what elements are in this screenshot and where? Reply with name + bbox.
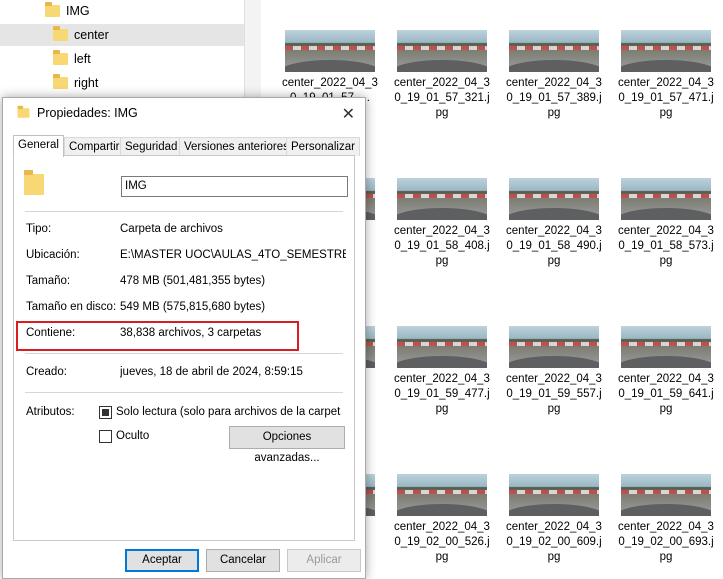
image-preview xyxy=(621,178,711,220)
tree-item-label: center xyxy=(74,28,109,42)
readonly-label: Solo lectura (solo para archivos de la c… xyxy=(116,406,341,418)
attributes-label: Atributos: xyxy=(26,406,75,418)
created-value: jueves, 18 de abril de 2024, 8:59:15 xyxy=(120,366,303,378)
file-thumbnail[interactable]: center_2022_04_30_19_01_58_490.jpg xyxy=(506,178,602,269)
close-icon[interactable]: ✕ xyxy=(342,104,355,124)
image-preview xyxy=(621,30,711,72)
created-label: Creado: xyxy=(26,366,67,378)
dialog-titlebar[interactable]: Propiedades: IMG ✕ xyxy=(3,98,365,128)
contains-value: 38,838 archivos, 3 carpetas xyxy=(120,327,262,339)
advanced-options-button[interactable]: Opciones avanzadas... xyxy=(229,426,345,464)
apply-button[interactable]: Aplicar xyxy=(287,549,361,572)
file-name: center_2022_04_30_19_01_59_641.jpg xyxy=(618,373,714,415)
location-label: Ubicación: xyxy=(26,249,80,261)
hidden-checkbox[interactable] xyxy=(99,430,112,443)
file-thumbnail[interactable]: center_2022_04_3 0_19_01_57_... xyxy=(282,30,378,106)
image-preview xyxy=(397,326,487,368)
file-name: center_2022_04_30_19_01_59_477.jpg xyxy=(394,373,490,415)
tab-general[interactable]: General xyxy=(13,135,64,157)
divider xyxy=(25,353,343,354)
file-thumbnail[interactable]: center_2022_04_30_19_01_58_408.jpg xyxy=(394,178,490,269)
tree-item-right[interactable]: right xyxy=(0,72,244,94)
divider xyxy=(25,211,343,212)
image-preview xyxy=(397,474,487,516)
image-preview xyxy=(509,30,599,72)
tree-item-center[interactable]: center xyxy=(0,24,244,46)
hidden-label: Oculto xyxy=(116,430,150,442)
location-value: E:\MASTER UOC\AULAS_4TO_SEMESTRE\ xyxy=(120,249,346,261)
image-preview xyxy=(621,474,711,516)
folder-icon xyxy=(53,26,68,41)
size-value: 478 MB (501,481,355 bytes) xyxy=(120,275,266,287)
tree-item-label: left xyxy=(74,52,91,66)
file-name: center_2022_04_30_19_01_59_557.jpg xyxy=(506,373,602,415)
readonly-checkbox[interactable] xyxy=(99,406,112,419)
type-label: Tipo: xyxy=(26,223,52,235)
file-thumbnail[interactable]: center_2022_04_30_19_02_00_609.jpg xyxy=(506,474,602,565)
file-name: center_2022_04_30_19_01_57_389.jpg xyxy=(506,77,602,119)
file-name: center_2022_04_30_19_01_58_490.jpg xyxy=(506,225,602,267)
folder-icon xyxy=(45,2,60,17)
file-name: center_2022_04_30_19_02_00_526.jpg xyxy=(394,521,490,563)
file-name: center_2022_04_30_19_02_00_609.jpg xyxy=(506,521,602,563)
disk-size-label: Tamaño en disco: xyxy=(26,301,117,313)
dialog-title: Propiedades: IMG xyxy=(37,106,138,120)
file-thumbnail[interactable]: center_2022_04_30_19_02_00_693.jpg xyxy=(618,474,714,565)
file-name: center_2022_04_30_19_02_00_693.jpg xyxy=(618,521,714,563)
disk-size-value: 549 MB (575,815,680 bytes) xyxy=(120,301,266,313)
image-preview xyxy=(509,474,599,516)
file-thumbnail[interactable]: center_2022_04_30_19_02_00_526.jpg xyxy=(394,474,490,565)
file-name: center_2022_04_30_19_01_58_408.jpg xyxy=(394,225,490,267)
folder-tree: IMG center left right xyxy=(0,0,244,100)
file-thumbnail[interactable]: center_2022_04_30_19_01_59_641.jpg xyxy=(618,326,714,417)
ok-button[interactable]: Aceptar xyxy=(125,549,199,572)
tree-item-label: IMG xyxy=(66,4,90,18)
contains-label: Contiene: xyxy=(26,327,76,339)
image-preview xyxy=(285,30,375,72)
tab-versiones-anteriores[interactable]: Versiones anteriores xyxy=(179,137,294,156)
tree-item-img[interactable]: IMG xyxy=(0,0,244,22)
file-name: center_2022_04_30_19_01_57_321.jpg xyxy=(394,77,490,119)
folder-icon xyxy=(24,170,44,195)
size-label: Tamaño: xyxy=(26,275,71,287)
divider xyxy=(25,392,343,393)
folder-icon xyxy=(53,50,68,65)
file-thumbnail[interactable]: center_2022_04_30_19_01_59_477.jpg xyxy=(394,326,490,417)
tree-item-label: right xyxy=(74,76,99,90)
image-preview xyxy=(621,326,711,368)
tab-seguridad[interactable]: Seguridad xyxy=(120,137,183,156)
file-thumbnail[interactable]: center_2022_04_30_19_01_57_471.jpg xyxy=(618,30,714,121)
tab-compartir[interactable]: Compartir xyxy=(64,137,125,156)
cancel-button[interactable]: Cancelar xyxy=(206,549,280,572)
file-thumbnail[interactable]: center_2022_04_30_19_01_58_573.jpg xyxy=(618,178,714,269)
image-preview xyxy=(509,178,599,220)
type-value: Carpeta de archivos xyxy=(120,223,223,235)
folder-icon xyxy=(17,105,30,118)
image-preview xyxy=(397,30,487,72)
file-name: center_2022_04_30_19_01_58_573.jpg xyxy=(618,225,714,267)
file-thumbnail[interactable]: center_2022_04_30_19_01_59_557.jpg xyxy=(506,326,602,417)
tree-item-left[interactable]: left xyxy=(0,48,244,70)
file-thumbnail[interactable]: center_2022_04_30_19_01_57_321.jpg xyxy=(394,30,490,121)
tab-personalizar[interactable]: Personalizar xyxy=(286,137,360,156)
image-preview xyxy=(509,326,599,368)
properties-dialog: Propiedades: IMG ✕ General Compartir Seg… xyxy=(2,97,366,579)
image-preview xyxy=(397,178,487,220)
file-thumbnail[interactable]: center_2022_04_30_19_01_57_389.jpg xyxy=(506,30,602,121)
folder-icon xyxy=(53,74,68,89)
file-name: center_2022_04_30_19_01_57_471.jpg xyxy=(618,77,714,119)
folder-name-input[interactable]: IMG xyxy=(121,176,348,197)
